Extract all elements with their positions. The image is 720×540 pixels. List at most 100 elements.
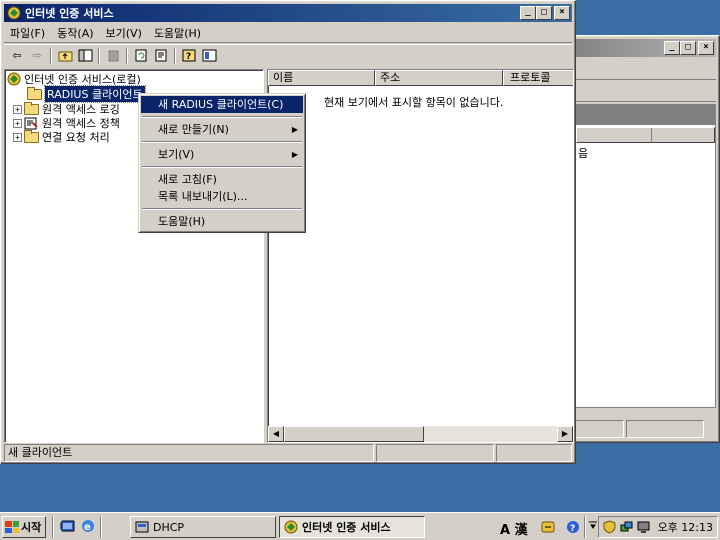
menu-separator (142, 166, 302, 168)
status-cell-3 (496, 444, 572, 462)
menu-separator (142, 141, 302, 143)
menu-help[interactable]: 도움말(H) (148, 25, 207, 41)
shield-icon[interactable] (603, 520, 616, 534)
desktop-quicklaunch-icon[interactable] (60, 518, 76, 534)
display-icon[interactable] (637, 520, 650, 534)
start-label: 시작 (21, 521, 42, 534)
taskbar-button-ias[interactable]: 인터넷 인증 서비스 (279, 516, 425, 538)
toolbar-separator (126, 47, 128, 64)
show-hide-tree-icon[interactable] (76, 47, 94, 65)
network-icon[interactable] (620, 520, 633, 534)
taskbar-button-label: 인터넷 인증 서비스 (302, 521, 391, 534)
background-toolbar-row (564, 60, 716, 80)
background-toolbar-row-2 (564, 82, 716, 102)
minimize-button[interactable]: _ (664, 41, 680, 55)
toolbar-separator (174, 47, 176, 64)
status-text: 새 클라이언트 (4, 444, 374, 462)
expand-icon[interactable]: + (13, 132, 22, 142)
results-pane[interactable]: 이름 주소 프로토콜 현재 보기에서 표시할 항목이 없습니다. ◀ ▶ (267, 69, 574, 443)
background-col-header (576, 127, 715, 143)
status-cell-2 (376, 444, 494, 462)
status-bar: 새 클라이언트 (4, 444, 572, 462)
toolbar-separator (50, 47, 52, 64)
system-tray: 오후 12:13 (598, 516, 718, 538)
scroll-thumb[interactable] (284, 426, 424, 442)
scroll-right-button[interactable]: ▶ (557, 426, 573, 442)
clock[interactable]: 오후 12:13 (658, 519, 713, 535)
menu-separator (142, 208, 302, 210)
back-arrow-icon[interactable]: ⇦ (8, 47, 26, 65)
close-button[interactable]: × (698, 41, 714, 55)
menu-separator (142, 116, 302, 118)
menu-item-refresh[interactable]: 새로 고침(F) (141, 171, 303, 188)
export-list-icon[interactable] (152, 47, 170, 65)
start-button[interactable]: 시작 (2, 516, 46, 538)
tree-root-label: 인터넷 인증 서비스(로컬) (24, 73, 141, 86)
delete-icon[interactable] (104, 47, 122, 65)
svg-text:?: ? (186, 52, 191, 62)
background-window-titlebar[interactable]: _ □ × (564, 39, 716, 57)
ias-root-icon (7, 72, 21, 86)
maximize-button[interactable]: □ (680, 41, 696, 55)
tree-item-connection-request[interactable]: + 연결 요청 처리 (13, 129, 110, 145)
menu-item-new-radius-client[interactable]: 새 RADIUS 클라이언트(C) (141, 96, 303, 113)
forward-arrow-icon[interactable]: ⇨ (28, 47, 46, 65)
refresh-icon[interactable] (132, 47, 150, 65)
column-header-address[interactable]: 주소 (375, 70, 503, 86)
tree-item-label: RADIUS 클라이언트 (44, 85, 146, 103)
menu-item-new-label: 새로 만들기(N) (158, 123, 229, 136)
expand-icon[interactable]: + (13, 118, 22, 128)
menu-item-view[interactable]: 보기(V) ▶ (141, 146, 303, 163)
help-icon[interactable]: ? (180, 47, 198, 65)
context-menu: 새 RADIUS 클라이언트(C) 새로 만들기(N) ▶ 보기(V) ▶ 새로… (138, 93, 306, 233)
folder-icon (24, 101, 39, 115)
svg-text:?: ? (570, 524, 575, 534)
tree-item-radius-clients[interactable]: RADIUS 클라이언트 (27, 85, 146, 103)
menu-bar: 파일(F) 동작(A) 보기(V) 도움말(H) (4, 23, 572, 43)
menu-item-help[interactable]: 도움말(H) (141, 213, 303, 230)
folder-icon (27, 86, 42, 100)
taskbar: 시작 e DHCP 인터넷 인증 서비스 A 漢 ? 오후 12:13 (0, 512, 720, 540)
ias-taskbar-icon (284, 520, 298, 534)
taskbar-button-dhcp[interactable]: DHCP (130, 516, 276, 538)
maximize-button[interactable]: □ (536, 6, 552, 20)
background-partial-text: 음 (578, 147, 589, 160)
tree-root[interactable]: 인터넷 인증 서비스(로컬) (7, 71, 141, 87)
menu-file[interactable]: 파일(F) (4, 25, 51, 41)
close-button[interactable]: × (554, 6, 570, 20)
svg-text:e: e (84, 522, 91, 533)
up-folder-icon[interactable] (56, 47, 74, 65)
taskbar-button-label: DHCP (153, 520, 185, 534)
ime-options-icon[interactable] (588, 519, 598, 535)
ie-quicklaunch-icon[interactable]: e (80, 518, 96, 534)
toolbar: ⇦ ⇨ ? (4, 44, 572, 66)
menu-item-new[interactable]: 새로 만들기(N) ▶ (141, 121, 303, 138)
ime-indicator[interactable]: A 漢 (500, 519, 528, 538)
column-header-protocol[interactable]: 프로토콜 (503, 70, 573, 86)
background-band (576, 105, 715, 125)
submenu-arrow-icon: ▶ (291, 125, 298, 134)
ime-text: A 漢 (500, 523, 528, 538)
ime-tool-icon[interactable] (540, 519, 556, 535)
background-statusbar (564, 420, 716, 438)
properties-icon[interactable] (200, 47, 218, 65)
submenu-arrow-icon: ▶ (291, 150, 298, 159)
tree-item-label: 연결 요청 처리 (42, 131, 110, 144)
horizontal-scrollbar[interactable]: ◀ ▶ (268, 426, 573, 442)
dhcp-icon (135, 521, 149, 533)
menu-action[interactable]: 동작(A) (51, 25, 99, 41)
scroll-left-button[interactable]: ◀ (268, 426, 284, 442)
menu-item-view-label: 보기(V) (158, 148, 195, 161)
taskbar-divider (52, 516, 54, 538)
expand-icon[interactable]: + (13, 104, 22, 114)
menu-view[interactable]: 보기(V) (100, 25, 148, 41)
ias-app-icon (7, 6, 21, 20)
minimize-button[interactable]: _ (520, 6, 536, 20)
toolbar-separator (98, 47, 100, 64)
empty-message: 현재 보기에서 표시할 항목이 없습니다. (324, 96, 504, 109)
main-window-titlebar[interactable]: 인터넷 인증 서비스 _ □ × (4, 4, 572, 22)
menu-item-export-list[interactable]: 목록 내보내기(L)... (141, 188, 303, 205)
background-window[interactable]: _ □ × 음 (560, 35, 720, 443)
help-circle-icon[interactable]: ? (566, 520, 580, 534)
column-header-name[interactable]: 이름 (268, 70, 375, 86)
